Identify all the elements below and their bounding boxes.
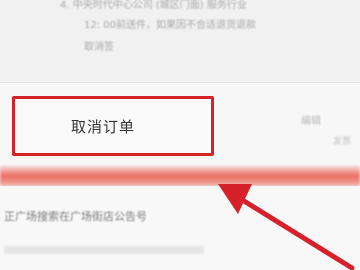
arrow-pointer-icon xyxy=(218,184,355,270)
